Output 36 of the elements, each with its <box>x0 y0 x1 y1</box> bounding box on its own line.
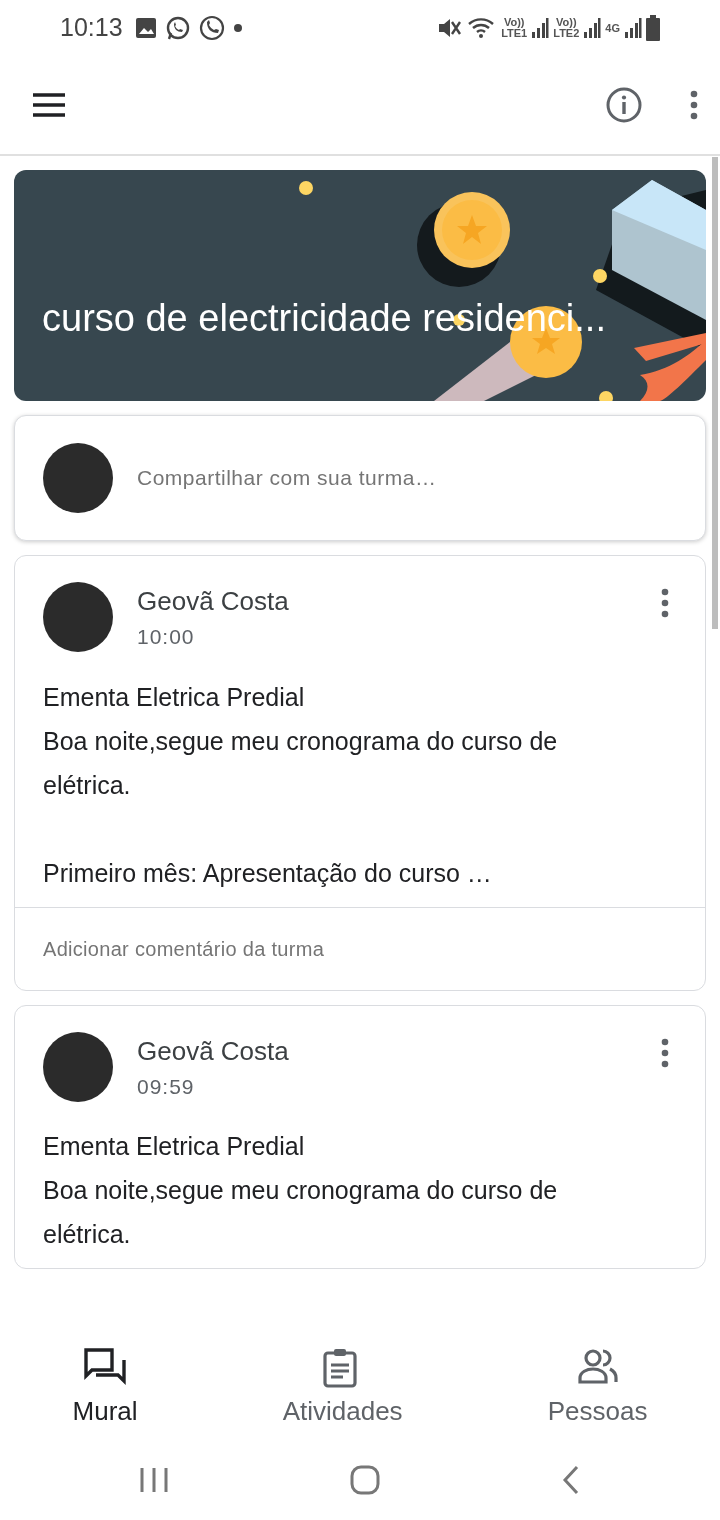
info-icon[interactable] <box>606 87 642 123</box>
network-label: Vo)) <box>556 17 577 28</box>
network-label: LTE2 <box>553 28 580 39</box>
signal-icon <box>624 17 642 39</box>
more-icon[interactable] <box>661 1037 669 1068</box>
phone-icon <box>198 15 225 41</box>
share-placeholder[interactable]: Compartilhar com sua turma… <box>137 462 437 494</box>
forum-icon <box>84 1347 127 1388</box>
nav-tab[interactable]: Atividades <box>210 1346 476 1432</box>
comment-field[interactable]: Adicionar comentário da turma <box>15 906 705 990</box>
share-box[interactable]: Compartilhar com sua turma… <box>14 415 706 541</box>
home-icon[interactable] <box>350 1465 380 1495</box>
recent-apps-icon[interactable] <box>138 1466 169 1494</box>
post-author: Geovã Costa <box>137 1034 290 1068</box>
signal-icon <box>583 17 602 39</box>
mute-icon <box>437 16 464 40</box>
post-time: 10:00 <box>137 624 196 650</box>
post-text: Ementa Eletrica Predial Boa noite,segue meu cronograma do curso de elétrica. <box>42 1131 559 1250</box>
nav-tab[interactable]: Pessoas <box>475 1346 720 1432</box>
scrollbar[interactable] <box>712 157 718 629</box>
battery-icon <box>646 15 660 41</box>
nav-tab[interactable]: Mural <box>0 1346 211 1432</box>
more-icon[interactable] <box>661 588 669 618</box>
network-label: Vo)) <box>503 17 525 28</box>
dot-icon <box>232 23 243 33</box>
status-time: 10:13 <box>60 12 123 44</box>
network-label: 4G <box>605 22 620 34</box>
post-text: Ementa Eletrica Predial Boa noite,segue meu cronograma do curso de elétrica. Primeiro mês: Apresentação do curso … <box>42 681 559 889</box>
post-author: Geovã Costa <box>137 585 290 618</box>
signal-icon <box>531 17 550 39</box>
chat-icon <box>164 15 191 41</box>
more-icon[interactable] <box>690 90 698 120</box>
network-label: LTE1 <box>501 28 528 39</box>
menu-icon[interactable] <box>32 92 66 118</box>
post-time: 09:59 <box>137 1073 196 1100</box>
gallery-icon <box>134 17 157 39</box>
